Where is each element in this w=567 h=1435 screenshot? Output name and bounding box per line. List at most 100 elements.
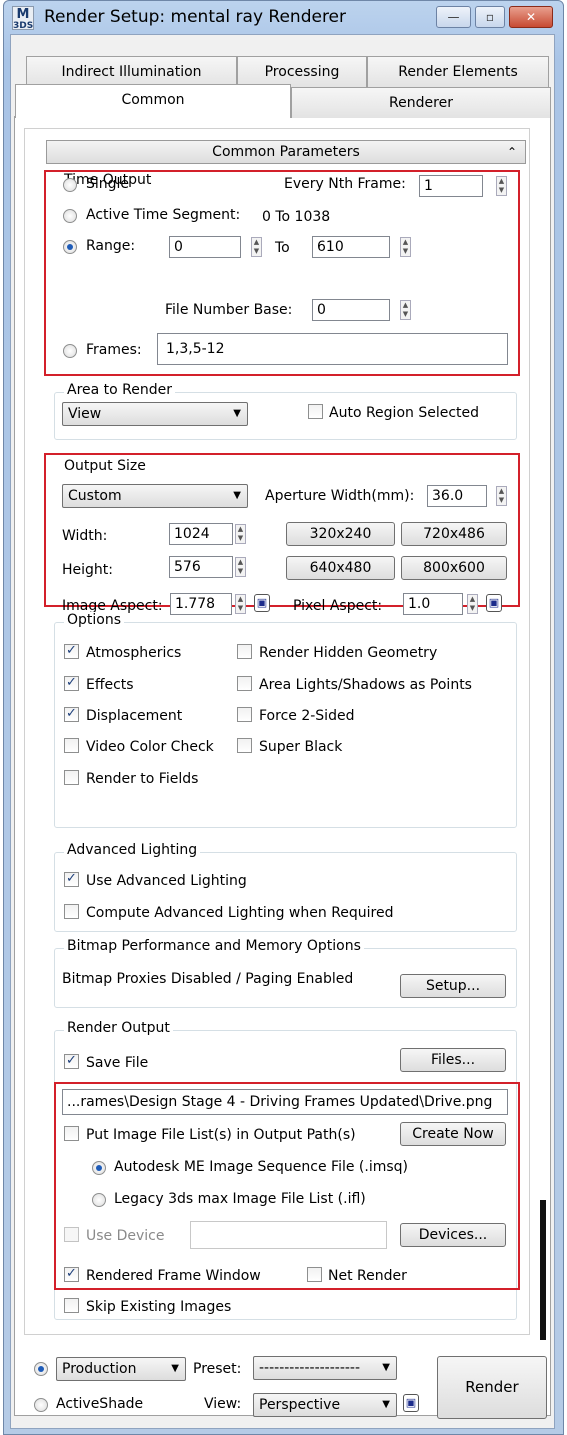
output-size-preset-dropdown[interactable]: Custom ▼: [62, 484, 248, 508]
common-parameters-rollout[interactable]: Common Parameters ⌃: [46, 140, 526, 164]
hidden-geometry-label: Render Hidden Geometry: [259, 645, 438, 661]
every-nth-field[interactable]: 1: [419, 175, 483, 197]
scrollbar-thumb[interactable]: [540, 1200, 546, 1340]
area-to-render-dropdown[interactable]: View ▼: [62, 402, 248, 426]
active-segment-radio[interactable]: [63, 209, 77, 223]
bitmap-status: Bitmap Proxies Disabled / Paging Enabled: [62, 971, 354, 987]
width-spinner[interactable]: ▲ ▼: [235, 524, 246, 544]
compute-advanced-lighting-checkbox[interactable]: [64, 904, 79, 919]
render-fields-checkbox[interactable]: [64, 770, 79, 785]
ifl-radio[interactable]: [92, 1193, 106, 1207]
range-label: Range:: [86, 238, 136, 254]
range-to-field[interactable]: 610: [312, 236, 390, 258]
image-aspect-spinner[interactable]: ▲ ▼: [235, 594, 246, 614]
output-size-label: Output Size: [64, 458, 146, 474]
chevron-down-icon: ▼: [382, 1362, 390, 1373]
auto-region-label: Auto Region Selected: [329, 405, 480, 421]
preset-640x480-button[interactable]: 640x480: [286, 556, 395, 580]
collapse-icon[interactable]: ⌃: [507, 141, 517, 163]
image-aspect-field[interactable]: 1.778: [170, 593, 232, 615]
compute-advanced-lighting-label: Compute Advanced Lighting when Required: [86, 905, 394, 921]
use-device-label: Use Device: [86, 1228, 165, 1244]
production-radio[interactable]: [34, 1362, 48, 1376]
width-field[interactable]: 1024: [169, 523, 233, 545]
height-spinner[interactable]: ▲ ▼: [235, 557, 246, 577]
range-to-label: To: [275, 240, 290, 256]
aperture-label: Aperture Width(mm):: [265, 488, 415, 504]
hidden-geometry-checkbox[interactable]: [237, 644, 252, 659]
image-aspect-lock-icon[interactable]: ▣: [254, 594, 270, 612]
production-dropdown[interactable]: Production ▼: [56, 1357, 186, 1381]
area-to-render-label: Area to Render: [64, 382, 176, 398]
active-segment-value: 0 To 1038: [262, 209, 331, 225]
aperture-field[interactable]: 36.0: [427, 485, 487, 507]
aperture-spinner[interactable]: ▲ ▼: [496, 486, 507, 506]
height-label: Height:: [62, 562, 113, 578]
auto-region-checkbox[interactable]: [308, 404, 323, 419]
view-dropdown[interactable]: Perspective ▼: [253, 1393, 397, 1417]
tab-common[interactable]: Common: [15, 84, 291, 118]
render-button[interactable]: Render: [437, 1356, 547, 1419]
area-lights-label: Area Lights/Shadows as Points: [259, 677, 472, 693]
title-bar: M 3DS Render Setup: mental ray Renderer …: [0, 0, 567, 34]
every-nth-spinner[interactable]: ▲ ▼: [496, 176, 507, 196]
pixel-aspect-lock-icon[interactable]: ▣: [486, 594, 502, 612]
tab-indirect-illumination[interactable]: Indirect Illumination: [26, 56, 237, 87]
width-label: Width:: [62, 528, 108, 544]
super-black-checkbox[interactable]: [237, 738, 252, 753]
effects-checkbox[interactable]: ✓: [64, 676, 79, 691]
area-lights-checkbox[interactable]: [237, 676, 252, 691]
file-base-spinner[interactable]: ▲ ▼: [400, 300, 411, 320]
maximize-button[interactable]: ▫: [475, 6, 505, 28]
preset-dropdown[interactable]: -------------------- ▼: [253, 1356, 397, 1380]
files-button[interactable]: Files...: [400, 1048, 506, 1072]
scrollbar-track[interactable]: [538, 168, 548, 1338]
device-field[interactable]: [190, 1221, 387, 1249]
frames-radio[interactable]: [63, 344, 77, 358]
tab-processing[interactable]: Processing: [237, 56, 367, 87]
range-to-spinner[interactable]: ▲ ▼: [400, 237, 411, 257]
range-from-spinner[interactable]: ▲ ▼: [251, 237, 262, 257]
atmospherics-checkbox[interactable]: ✓: [64, 644, 79, 659]
put-list-checkbox[interactable]: [64, 1126, 79, 1141]
height-field[interactable]: 576: [169, 556, 233, 578]
rendered-frame-checkbox[interactable]: ✓: [64, 1267, 79, 1282]
file-base-field[interactable]: 0: [312, 299, 390, 321]
area-to-render-value: View: [68, 406, 102, 422]
bitmap-label: Bitmap Performance and Memory Options: [64, 938, 364, 954]
skip-existing-checkbox[interactable]: [64, 1298, 79, 1313]
tab-render-elements[interactable]: Render Elements: [367, 56, 549, 87]
range-radio[interactable]: [63, 240, 77, 254]
chevron-down-icon: ▼: [233, 490, 241, 501]
single-radio[interactable]: [63, 178, 77, 192]
activeshade-radio[interactable]: [34, 1398, 48, 1412]
use-advanced-lighting-checkbox[interactable]: ✓: [64, 872, 79, 887]
production-value: Production: [62, 1361, 137, 1377]
preset-720x486-button[interactable]: 720x486: [401, 522, 507, 546]
atmospherics-label: Atmospherics: [86, 645, 182, 661]
imsq-radio[interactable]: [92, 1161, 106, 1175]
chevron-down-icon: ▼: [233, 408, 241, 419]
use-device-checkbox[interactable]: [64, 1227, 79, 1242]
net-render-checkbox[interactable]: [307, 1267, 322, 1282]
force-2sided-label: Force 2-Sided: [259, 708, 355, 724]
setup-button[interactable]: Setup...: [400, 974, 506, 998]
force-2sided-checkbox[interactable]: [237, 707, 252, 722]
preset-320x240-button[interactable]: 320x240: [286, 522, 395, 546]
devices-button[interactable]: Devices...: [400, 1223, 506, 1247]
view-lock-icon[interactable]: ▣: [403, 1394, 419, 1412]
pixel-aspect-spinner[interactable]: ▲ ▼: [467, 594, 478, 614]
save-file-checkbox[interactable]: ✓: [64, 1054, 79, 1069]
output-path-field[interactable]: ...rames\Design Stage 4 - Driving Frames…: [62, 1089, 508, 1115]
displacement-checkbox[interactable]: ✓: [64, 707, 79, 722]
tab-renderer[interactable]: Renderer: [291, 87, 551, 118]
video-color-checkbox[interactable]: [64, 738, 79, 753]
minimize-button[interactable]: —: [436, 6, 471, 28]
create-now-button[interactable]: Create Now: [400, 1122, 506, 1146]
close-button[interactable]: ✕: [509, 6, 553, 28]
preset-800x600-button[interactable]: 800x600: [401, 556, 507, 580]
effects-label: Effects: [86, 677, 134, 693]
pixel-aspect-field[interactable]: 1.0: [403, 593, 463, 615]
frames-field[interactable]: 1,3,5-12: [157, 333, 508, 365]
range-from-field[interactable]: 0: [169, 236, 241, 258]
